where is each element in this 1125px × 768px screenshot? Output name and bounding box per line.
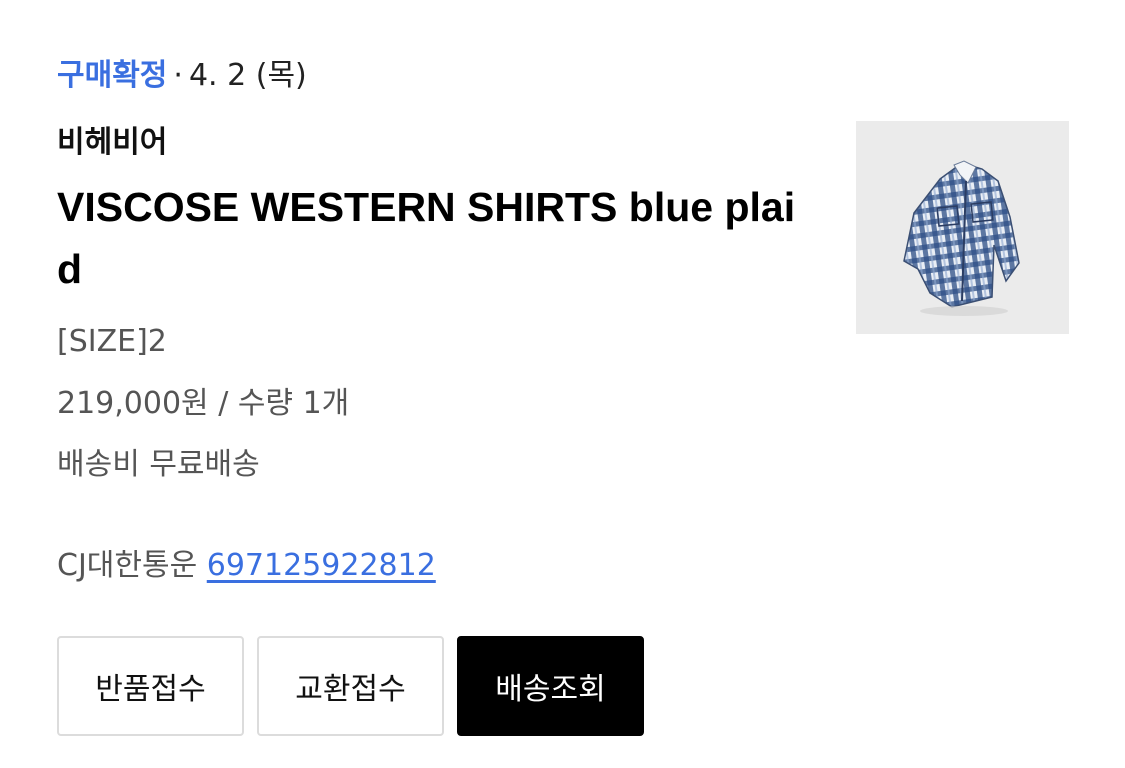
order-status-label: 구매확정 — [57, 58, 168, 93]
courier-info: CJ대한통운 697125922812 — [57, 546, 436, 586]
order-actions: 반품접수 교환접수 배송조회 — [57, 636, 644, 736]
product-thumbnail[interactable] — [856, 121, 1069, 334]
tracking-number-link[interactable]: 697125922812 — [207, 548, 436, 583]
return-request-button[interactable]: 반품접수 — [57, 636, 244, 736]
track-delivery-button[interactable]: 배송조회 — [457, 636, 644, 736]
order-status-line: 구매확정 · 4. 2 (목) — [57, 56, 307, 96]
order-date: 4. 2 (목) — [188, 58, 307, 93]
price-and-quantity: 219,000원 / 수량 1개 — [57, 386, 350, 421]
status-separator: · — [173, 58, 183, 93]
brand-name[interactable]: 비헤비어 — [57, 122, 167, 164]
product-name[interactable]: VISCOSE WESTERN SHIRTS blue plaid — [57, 176, 802, 300]
courier-name: CJ대한통운 — [57, 548, 198, 583]
exchange-request-button[interactable]: 교환접수 — [257, 636, 444, 736]
order-item-card: 구매확정 · 4. 2 (목) 비헤비어 VISCOSE WESTERN SHIRT… — [0, 0, 1125, 768]
shipping-fee: 배송비 무료배송 — [57, 447, 260, 482]
plaid-shirt-photo-icon — [856, 121, 1069, 334]
product-option-size: [SIZE]2 — [57, 324, 167, 359]
